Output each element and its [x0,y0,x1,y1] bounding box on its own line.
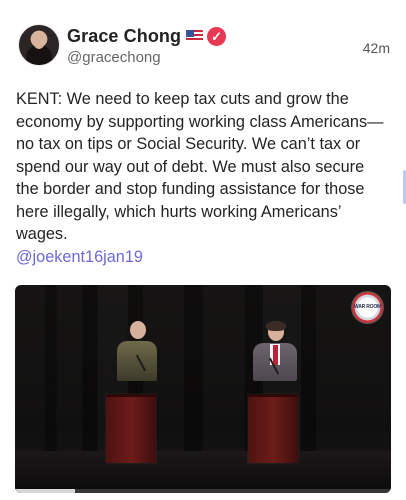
left-speaker [117,321,157,381]
author-avatar[interactable] [18,24,60,66]
author-display-name[interactable]: Grace Chong [67,26,181,47]
right-speaker-hair [266,321,286,331]
right-speaker-tie [273,345,278,365]
left-speaker-jacket [117,341,157,381]
mention-link[interactable]: @joekent16jan19 [16,248,143,266]
video-progress-bar[interactable] [15,489,391,493]
post-body-text: KENT: We need to keep tax cuts and grow … [16,90,384,243]
video-progress-fill [15,489,76,493]
right-podium [248,394,298,463]
video-player[interactable]: WAR ROOM [15,285,391,493]
post-header: Grace Chong ✓ @gracechong 42m [18,24,390,70]
us-flag-icon [186,30,204,42]
post-timestamp[interactable]: 42m [363,40,390,56]
left-speaker-head [130,321,146,339]
author-handle[interactable]: @gracechong [67,49,161,66]
war-room-badge: WAR ROOM [352,292,383,323]
video-stage-floor [15,451,391,493]
author-name-row: Grace Chong ✓ [67,24,227,48]
post-body: KENT: We need to keep tax cuts and grow … [16,88,388,268]
left-podium [106,394,156,463]
verified-check-icon: ✓ [207,26,227,46]
right-speaker [253,321,297,383]
social-post: Grace Chong ✓ @gracechong 42m KENT: We n… [0,0,406,500]
